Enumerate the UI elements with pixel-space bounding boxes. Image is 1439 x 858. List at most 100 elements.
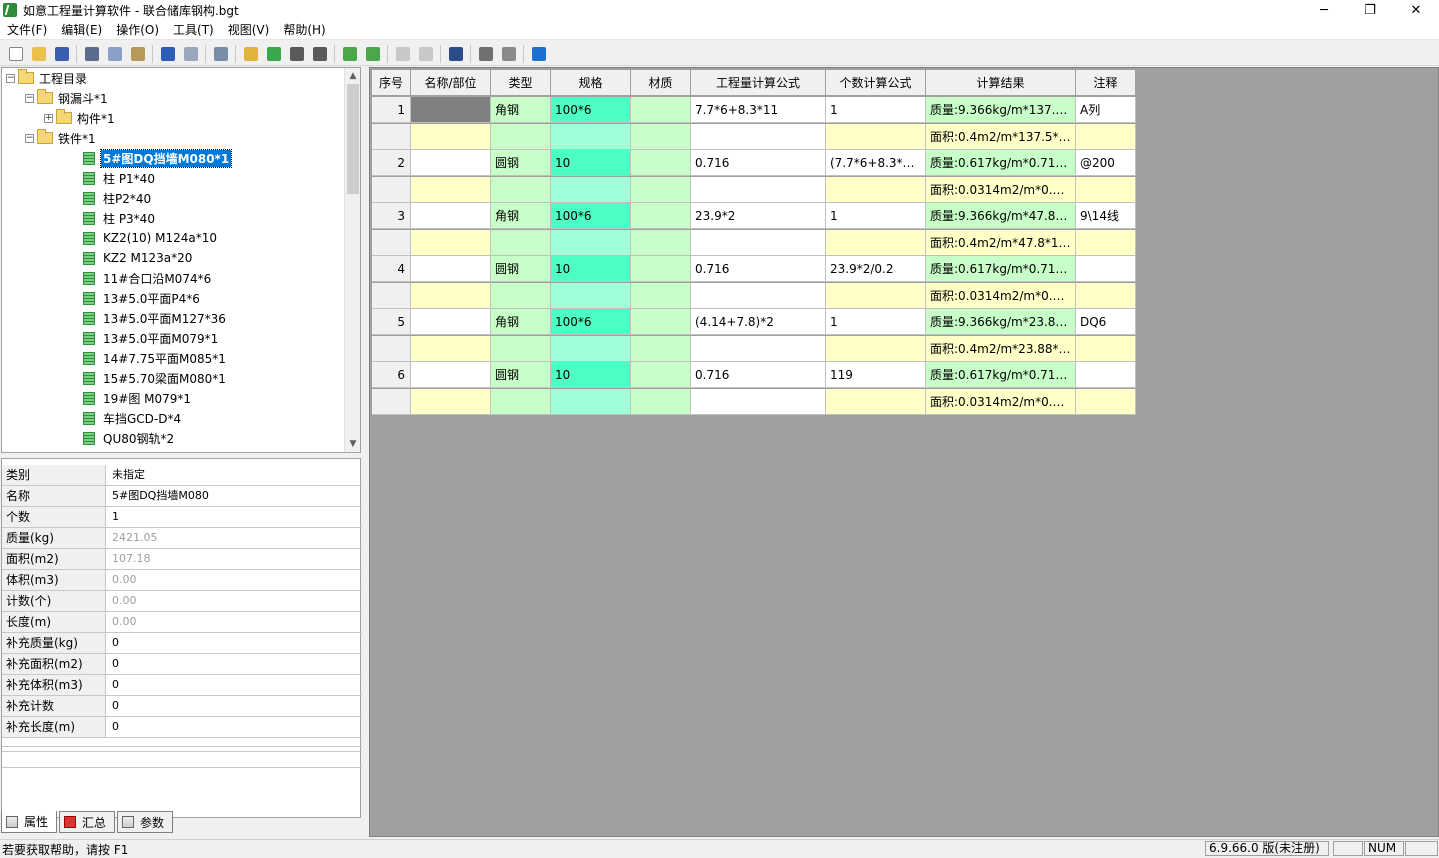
tree-item[interactable]: 14#7.75平面M085*1 [31, 348, 228, 368]
grid-cell-note[interactable] [1076, 282, 1136, 309]
grid-cell-count[interactable] [826, 282, 926, 309]
property-value[interactable]: 0 [106, 675, 362, 695]
grid-cell-count[interactable] [826, 335, 926, 362]
grid-cell-name[interactable] [411, 282, 491, 309]
grid-cell-type[interactable]: 角钢 [491, 97, 551, 123]
column-header[interactable]: 类型 [491, 70, 551, 96]
grid-cell-result[interactable]: 质量:0.617kg/m*0.716*... [926, 362, 1076, 388]
grid-cell-note[interactable] [1076, 256, 1136, 282]
menu-item-4[interactable]: 视图(V) [221, 20, 277, 40]
property-value[interactable]: 0 [106, 696, 362, 716]
print-button[interactable] [474, 43, 497, 65]
tree-item[interactable]: QU80钢轨*2 [31, 428, 176, 448]
column-header[interactable]: 工程量计算公式 [691, 70, 826, 96]
tree-folder[interactable]: − 铁件*1 [25, 128, 98, 148]
grid-cell-result[interactable]: 质量:9.366kg/m*137.5*... [926, 97, 1076, 123]
collapse-icon[interactable]: − [25, 93, 34, 103]
grid-cell-note[interactable]: A列 [1076, 97, 1136, 123]
grid-cell-count[interactable] [826, 176, 926, 203]
tree-item[interactable]: 13#5.0平面P4*6 [31, 288, 202, 308]
grid-cell-result[interactable]: 面积:0.0314m2/m*0.71... [926, 388, 1076, 415]
tab-0[interactable]: 属性 [1, 811, 58, 833]
grid-cell-mat[interactable] [631, 150, 691, 176]
menu-item-3[interactable]: 工具(T) [166, 20, 221, 40]
grid-cell-name[interactable] [411, 176, 491, 203]
grid-cell-result[interactable]: 面积:0.0314m2/m*0.71... [926, 282, 1076, 309]
grid-cell-note[interactable] [1076, 176, 1136, 203]
grid-cell-note[interactable] [1076, 388, 1136, 415]
tree-item[interactable]: 11#合口沿M074*6 [31, 268, 213, 288]
grid-cell-type[interactable] [491, 229, 551, 256]
property-value[interactable]: 1 [106, 507, 362, 527]
tree-item[interactable]: 柱 P1*40 [31, 168, 157, 188]
grid-cell-count[interactable]: 1 [826, 97, 926, 123]
restore-button[interactable]: ❐ [1347, 0, 1393, 20]
grid-cell-mat[interactable] [631, 97, 691, 123]
grid-cell-mat[interactable] [631, 362, 691, 388]
tab-2[interactable]: 参数 [117, 811, 174, 833]
grid-cell-type[interactable]: 角钢 [491, 309, 551, 335]
grid-cell-type[interactable] [491, 123, 551, 150]
column-header[interactable]: 名称/部位 [411, 70, 491, 96]
grid-cell-result[interactable]: 面积:0.0314m2/m*0.71... [926, 176, 1076, 203]
tree-folder[interactable]: − 钢漏斗*1 [25, 88, 110, 108]
column-header[interactable]: 材质 [631, 70, 691, 96]
add-component-button[interactable] [262, 43, 285, 65]
tree-item[interactable]: 车挡GCD-D*4 [31, 408, 183, 428]
tree-item[interactable]: 13#5.0平面M079*1 [31, 328, 220, 348]
move-down-button[interactable] [361, 43, 384, 65]
grid-cell-note[interactable] [1076, 229, 1136, 256]
tree-item[interactable]: KZ2(10) M124a*10 [31, 228, 219, 248]
grid-cell-name[interactable] [411, 362, 491, 388]
column-header[interactable]: 计算结果 [926, 70, 1076, 96]
collapse-icon[interactable]: − [6, 73, 15, 83]
grid-cell-type[interactable] [491, 335, 551, 362]
grid-cell-type[interactable] [491, 282, 551, 309]
column-header[interactable]: 规格 [551, 70, 631, 96]
unlock-button[interactable] [414, 43, 437, 65]
grid-cell-spec[interactable] [551, 123, 631, 150]
grid-cell-mat[interactable] [631, 203, 691, 229]
grid-cell-spec[interactable] [551, 229, 631, 256]
print-preview-button[interactable] [497, 43, 520, 65]
grid-cell-name[interactable] [411, 309, 491, 335]
new-file-button[interactable] [4, 43, 27, 65]
grid-cell-spec[interactable] [551, 335, 631, 362]
grid-cell-mat[interactable] [631, 229, 691, 256]
grid-cell-mat[interactable] [631, 282, 691, 309]
lock-button[interactable] [391, 43, 414, 65]
scroll-thumb[interactable] [347, 84, 359, 194]
property-value[interactable]: 5#图DQ挡墙M080 [106, 486, 362, 506]
save-button[interactable] [50, 43, 73, 65]
menu-item-0[interactable]: 文件(F) [0, 20, 54, 40]
grid-cell-name[interactable] [411, 203, 491, 229]
add-folder-button[interactable] [239, 43, 262, 65]
grid-cell-spec[interactable]: 100*6 [551, 203, 631, 229]
grid-cell-result[interactable]: 面积:0.4m2/m*47.8*1=... [926, 229, 1076, 256]
grid-cell-spec[interactable] [551, 176, 631, 203]
indent-button[interactable] [285, 43, 308, 65]
redo-button[interactable] [179, 43, 202, 65]
grid-cell-count[interactable]: 1 [826, 203, 926, 229]
grid-cell-name[interactable] [411, 150, 491, 176]
grid-cell-note[interactable]: 9\14线 [1076, 203, 1136, 229]
grid-cell-result[interactable]: 面积:0.4m2/m*137.5*1... [926, 123, 1076, 150]
paste-button[interactable] [126, 43, 149, 65]
grid-cell-name[interactable] [411, 335, 491, 362]
grid-cell-count[interactable]: 23.9*2/0.2 [826, 256, 926, 282]
tree-item[interactable]: 柱P2*40 [31, 188, 153, 208]
grid-cell-formula[interactable] [691, 388, 826, 415]
property-value[interactable]: 0 [106, 633, 362, 653]
grid-cell-formula[interactable] [691, 176, 826, 203]
tree-item[interactable]: 柱 P3*40 [31, 208, 157, 228]
frame-button[interactable] [444, 43, 467, 65]
close-button[interactable]: ✕ [1393, 0, 1439, 20]
grid-cell-spec[interactable] [551, 282, 631, 309]
undo-button[interactable] [156, 43, 179, 65]
grid-cell-result[interactable]: 质量:0.617kg/m*0.716*... [926, 256, 1076, 282]
grid-cell-spec[interactable]: 100*6 [551, 97, 631, 123]
grid-cell-name[interactable] [411, 229, 491, 256]
open-folder-button[interactable] [27, 43, 50, 65]
grid-cell-result[interactable]: 面积:0.4m2/m*23.88*1... [926, 335, 1076, 362]
property-value[interactable]: 0 [106, 654, 362, 674]
